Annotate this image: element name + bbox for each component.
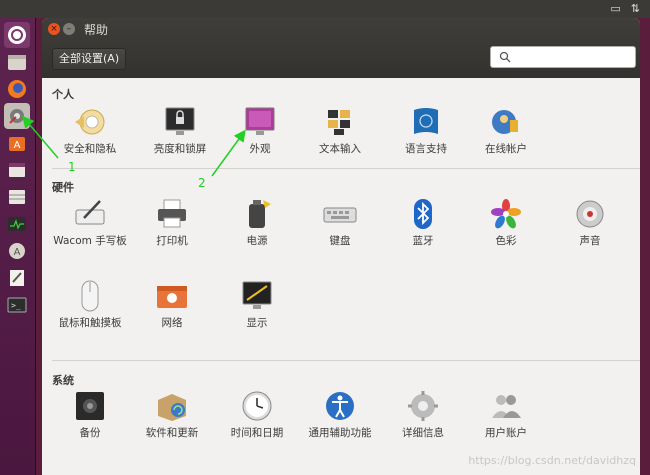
top-panel: ▭ ⇅ [0, 0, 650, 18]
settings-item-display[interactable]: 显示 [217, 280, 297, 331]
details-icon [408, 391, 438, 421]
search-icon [499, 51, 511, 63]
text-input-icon [328, 110, 350, 135]
text-editor-icon [10, 270, 24, 286]
network-updown-icon[interactable]: ⇅ [631, 2, 640, 15]
section-hardware-heading: 硬件 [52, 181, 74, 194]
settings-item-details[interactable]: 详细信息 [383, 390, 463, 441]
settings-item-mouse-touchpad[interactable]: 鼠标和触摸板 [50, 280, 130, 331]
launcher-editor-button[interactable] [4, 265, 30, 291]
separator [52, 360, 640, 361]
settings-item-network[interactable]: 网络 [132, 280, 212, 331]
language-support-icon [414, 108, 438, 134]
search-field[interactable] [490, 46, 636, 68]
user-accounts-icon [492, 395, 521, 418]
software-updater-icon: A [9, 243, 25, 259]
all-settings-button[interactable]: 全部设置(A) [52, 48, 127, 70]
mouse-touchpad-icon [81, 280, 99, 312]
launcher-settings-button[interactable] [4, 103, 30, 129]
settings-item-color[interactable]: 色彩 [466, 198, 546, 249]
ubuntu-logo-icon [8, 26, 26, 44]
settings-item-keyboard[interactable]: 键盘 [300, 198, 380, 249]
keyboard-indicator-icon[interactable]: ▭ [610, 2, 620, 15]
settings-item-language-support[interactable]: 语言支持 [386, 106, 466, 157]
settings-item-power[interactable]: 电源 [217, 198, 297, 249]
launcher-files-button[interactable] [4, 49, 30, 75]
settings-item-software-updates[interactable]: 软件和更新 [132, 390, 212, 441]
close-icon: × [50, 24, 58, 34]
printer-icon [158, 199, 186, 228]
svg-text:>_: >_ [11, 301, 21, 310]
system-monitor-icon [8, 217, 26, 231]
launcher-firefox-button[interactable] [4, 76, 30, 102]
minimize-button[interactable]: – [63, 23, 75, 35]
color-icon [491, 199, 521, 229]
online-accounts-icon [492, 110, 518, 134]
settings-item-sound[interactable]: 声音 [550, 198, 630, 249]
settings-item-appearance[interactable]: 外观 [220, 106, 300, 157]
document-viewer-icon [9, 163, 25, 177]
display-icon [242, 281, 272, 309]
settings-item-printer[interactable]: 打印机 [132, 198, 212, 249]
launcher-updater-button[interactable]: A [4, 238, 30, 264]
annotation-label-1: 1 [68, 160, 76, 174]
appearance-icon [245, 107, 275, 135]
files-icon [8, 55, 26, 70]
minimize-icon: – [66, 24, 72, 34]
sound-icon [576, 200, 604, 228]
system-tray: ▭ ⇅ [610, 2, 640, 15]
settings-item-online-accounts[interactable]: 在线帐户 [466, 106, 546, 157]
settings-item-wacom-tablet[interactable]: Wacom 手写板 [50, 198, 130, 249]
svg-text:A: A [14, 247, 21, 258]
spreadsheet-icon [9, 190, 25, 204]
settings-window: × – 帮助 全部设置(A) 个人 安全和隐私 亮度和锁屏 外观 文本输入 语言… [42, 18, 640, 475]
keyboard-icon [323, 207, 357, 223]
settings-item-brightness-lock[interactable]: 亮度和锁屏 [140, 106, 220, 157]
backup-icon [76, 392, 104, 420]
system-settings-icon [9, 109, 24, 124]
wacom-tablet-icon [75, 200, 105, 225]
network-icon [157, 286, 187, 308]
settings-item-bluetooth[interactable]: 蓝牙 [383, 198, 463, 249]
annotation-label-2: 2 [198, 176, 206, 190]
settings-item-universal-access[interactable]: 通用辅助功能 [300, 390, 380, 441]
launcher-monitor-button[interactable] [4, 211, 30, 237]
launcher-app-5-button[interactable] [4, 157, 30, 183]
launcher: A A >_ [0, 18, 36, 475]
universal-access-icon [326, 392, 354, 420]
separator [52, 168, 640, 169]
terminal-icon: >_ [7, 297, 27, 313]
section-system-heading: 系统 [52, 374, 74, 387]
titlebar: × – 帮助 全部设置(A) [42, 18, 640, 78]
software-center-icon: A [9, 137, 25, 151]
settings-item-text-input[interactable]: 文本输入 [300, 106, 380, 157]
svg-text:A: A [14, 140, 21, 151]
settings-item-user-accounts[interactable]: 用户账户 [466, 390, 546, 441]
launcher-app-6-button[interactable] [4, 184, 30, 210]
settings-item-security-privacy[interactable]: 安全和隐私 [50, 106, 130, 157]
launcher-software-button[interactable]: A [4, 130, 30, 156]
section-personal-heading: 个人 [52, 88, 74, 101]
software-updates-icon [158, 394, 186, 421]
brightness-lock-icon [165, 107, 195, 135]
settings-item-backup[interactable]: 备份 [50, 390, 130, 441]
launcher-dash-button[interactable] [4, 22, 30, 48]
search-input[interactable] [515, 49, 631, 65]
watermark: https://blog.csdn.net/davidhzq [468, 454, 636, 467]
time-date-icon [242, 391, 272, 421]
power-icon [249, 200, 271, 228]
window-title: 帮助 [84, 23, 109, 37]
launcher-terminal-button[interactable]: >_ [4, 292, 30, 318]
close-button[interactable]: × [48, 23, 60, 35]
firefox-icon [8, 80, 26, 98]
settings-item-time-date[interactable]: 时间和日期 [217, 390, 297, 441]
bluetooth-icon [414, 199, 432, 229]
security-privacy-icon [75, 109, 105, 135]
